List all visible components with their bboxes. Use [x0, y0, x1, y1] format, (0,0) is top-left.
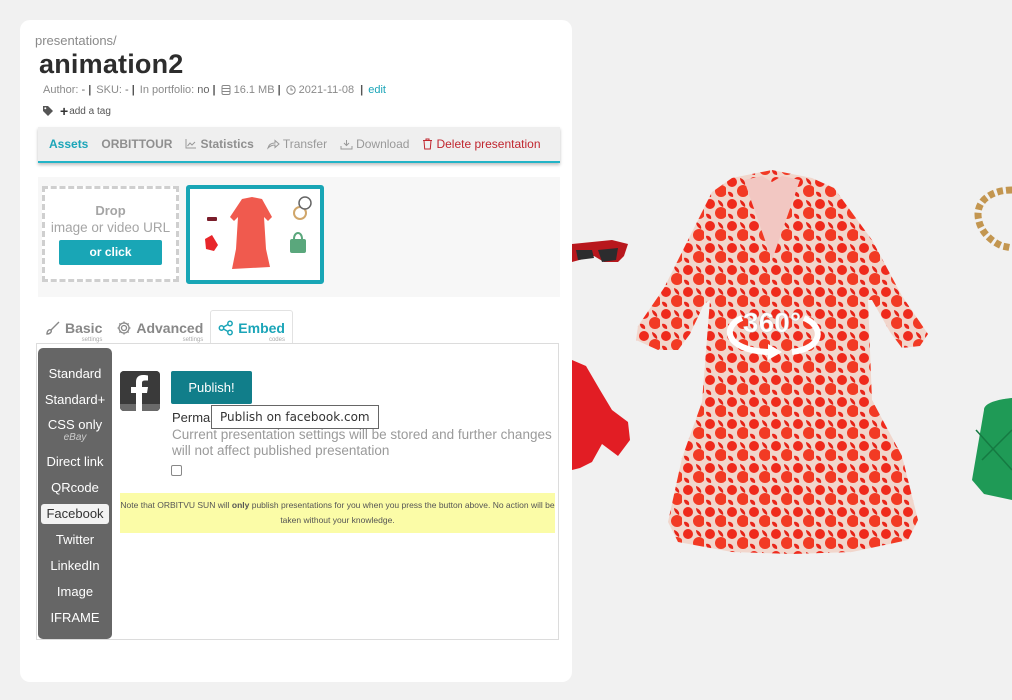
assets-area: Drop image or video URL or click	[38, 177, 560, 297]
separator: |	[360, 84, 364, 96]
drop-title: Drop	[95, 203, 126, 218]
tab-label: Download	[356, 137, 410, 151]
tab-statistics[interactable]: Statistics	[185, 137, 254, 151]
author-value: -	[81, 84, 86, 96]
presentation-panel: presentations/ animation2 Author: - | SK…	[20, 20, 572, 682]
tab-label: ORBITTOUR	[101, 137, 173, 151]
sunglasses-shape	[572, 240, 628, 262]
tag-row: + add a tag	[42, 104, 111, 118]
separator: |	[277, 84, 281, 96]
embed-iframe[interactable]: IFRAME	[41, 605, 109, 631]
tab-label: Basic	[65, 320, 103, 336]
tab-label: Embed	[238, 319, 285, 336]
embed-standard-plus[interactable]: Standard+	[41, 387, 109, 413]
share-icon	[266, 138, 280, 150]
dropzone[interactable]: Drop image or video URL or click	[42, 186, 179, 282]
tab-download[interactable]: Download	[340, 137, 409, 151]
embed-type-menu: Standard Standard+ CSS only eBay Direct …	[38, 348, 112, 639]
tab-embed-codes[interactable]: Embed codes	[210, 310, 293, 344]
publish-note: Note that ORBITVU SUN will only publish …	[120, 493, 555, 533]
tag-icon	[43, 106, 53, 116]
publish-tooltip: Publish on facebook.com	[211, 405, 379, 429]
tab-label: Delete presentation	[436, 137, 541, 151]
chart-icon	[185, 139, 197, 149]
asset-thumbnail-image	[190, 189, 320, 280]
permanent-label: Perma	[172, 410, 211, 425]
tab-assets[interactable]: Assets	[49, 137, 88, 151]
tab-advanced-settings[interactable]: Advanced settings	[109, 312, 210, 344]
facebook-icon	[120, 371, 160, 411]
note-emphasis: only	[231, 500, 250, 510]
author-label: Author:	[43, 84, 79, 96]
embed-linkedin[interactable]: LinkedIn	[41, 553, 109, 579]
embed-direct-link[interactable]: Direct link	[41, 449, 109, 475]
file-size: 16.1 MB	[233, 84, 275, 96]
drop-subtitle: image or video URL	[50, 220, 171, 235]
permanent-checkbox[interactable]	[171, 465, 182, 476]
tab-label: Statistics	[200, 137, 254, 151]
separator: |	[212, 84, 216, 96]
embed-css-only[interactable]: CSS only eBay	[41, 413, 109, 449]
asset-thumbnail[interactable]	[186, 185, 324, 284]
brush-icon	[46, 321, 60, 335]
sunglasses-shape	[207, 217, 217, 221]
embed-standard[interactable]: Standard	[41, 361, 109, 387]
embed-panel: Standard Standard+ CSS only eBay Direct …	[36, 343, 559, 640]
note-text: Note that ORBITVU SUN will	[120, 500, 232, 510]
clock-icon	[285, 85, 296, 95]
permanent-description: Current presentation settings will be st…	[172, 427, 552, 458]
embed-twitter[interactable]: Twitter	[41, 527, 109, 553]
publish-button[interactable]: Publish!	[171, 371, 252, 404]
embed-item-label: CSS only	[47, 417, 103, 432]
edit-link[interactable]: edit	[368, 84, 386, 96]
sku-label: SKU:	[96, 84, 122, 96]
tab-label: Advanced	[136, 320, 204, 336]
presentation-tabs: Assets ORBITTOUR Statistics Transfer Dow…	[38, 127, 560, 163]
gear-icon	[117, 321, 131, 335]
portfolio-label: In portfolio:	[139, 84, 195, 96]
page-title: animation2	[39, 49, 184, 79]
tab-transfer[interactable]: Transfer	[266, 137, 328, 151]
tab-orbittour[interactable]: ORBITTOUR	[101, 137, 172, 151]
note-text: publish presentations for you when you p…	[249, 500, 555, 525]
database-icon	[221, 85, 231, 95]
trash-icon	[423, 138, 433, 150]
separator: |	[88, 84, 92, 96]
plus-icon[interactable]: +	[60, 104, 68, 118]
tab-label: Transfer	[282, 137, 328, 151]
download-icon	[340, 139, 353, 149]
360-icon	[298, 196, 312, 210]
share-nodes-icon	[218, 320, 234, 335]
sku-value: -	[125, 84, 129, 96]
embed-qrcode[interactable]: QRcode	[41, 475, 109, 501]
embed-item-sublabel: eBay	[63, 432, 87, 443]
settings-tabs: Basic settings Advanced settings Embed c…	[38, 310, 293, 344]
presentation-meta: Author: - | SKU: - | In portfolio: no | …	[43, 84, 386, 96]
360-label: 360°	[743, 307, 801, 338]
portfolio-value: no	[197, 84, 210, 96]
tab-label: Assets	[49, 137, 89, 151]
tab-basic-settings[interactable]: Basic settings	[38, 312, 109, 344]
upload-button[interactable]: or click	[59, 240, 162, 265]
embed-facebook[interactable]: Facebook	[41, 504, 109, 524]
breadcrumb[interactable]: presentations/	[35, 33, 117, 48]
presentation-viewer[interactable]: 360°	[572, 0, 1012, 700]
bag-shape	[290, 239, 306, 253]
separator: |	[131, 84, 135, 96]
tab-delete-presentation[interactable]: Delete presentation	[422, 137, 541, 151]
add-tag-link[interactable]: add a tag	[69, 106, 111, 117]
embed-image[interactable]: Image	[41, 579, 109, 605]
product-360-view: 360°	[572, 0, 1012, 700]
created-date: 2021-11-08	[298, 84, 355, 96]
